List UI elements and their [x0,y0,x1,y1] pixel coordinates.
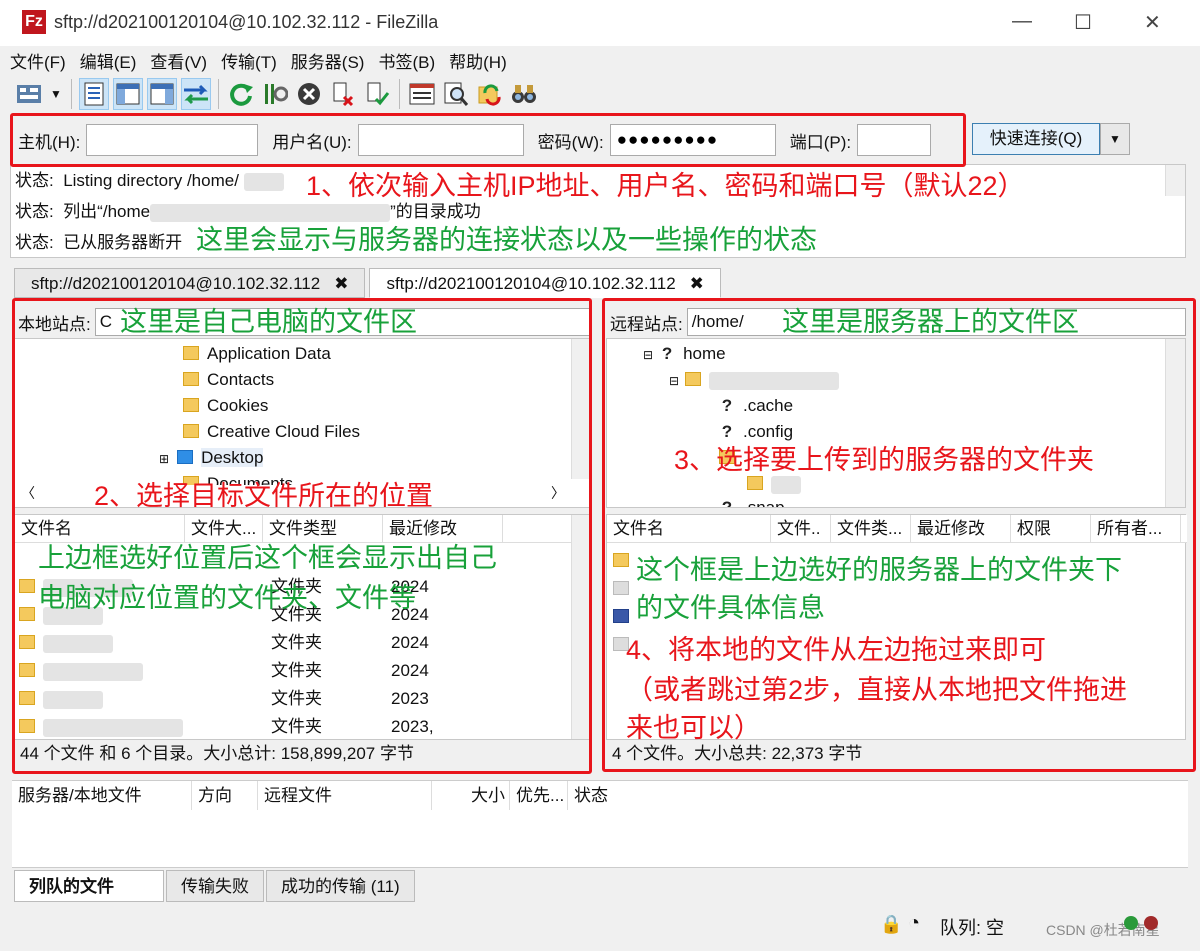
refresh-icon[interactable] [226,78,256,110]
toolbar: ▼ [14,76,539,112]
menu-edit[interactable]: 编辑(E) [80,48,137,74]
find-files-binoculars-icon[interactable] [509,78,539,110]
watermark: CSDN @杜若南星 [1046,922,1160,938]
queue-tabs: 列队的文件 传输失败 成功的传输 (11) [14,870,415,902]
annotation-remote-area: 这里是服务器上的文件区 [782,307,1079,337]
log-scrollbar[interactable] [1165,165,1185,196]
toolbar-separator [218,79,219,109]
toolbar-separator [71,79,72,109]
filezilla-logo-icon: Fz [22,10,46,34]
annotation-step2: 2、选择目标文件所在的位置 [94,481,434,511]
tab-successful-transfers[interactable]: 成功的传输 (11) [266,870,415,902]
annotation-step4-3: 来也可以） [626,713,761,743]
annotation-status: 这里会显示与服务器的连接状态以及一些操作的状态 [196,225,817,255]
quickconnect-button[interactable]: 快速连接(Q) [972,123,1100,155]
annotation-local-area: 这里是自己电脑的文件区 [120,307,417,337]
disconnect-icon[interactable] [328,78,358,110]
minimize-button[interactable]: — [1012,10,1032,33]
toolbar-separator [399,79,400,109]
annotation-step3: 3、选择要上传到的服务器的文件夹 [674,445,1095,475]
window-title: sftp://d202100120104@10.102.32.112 - Fil… [54,12,439,32]
toggle-log-icon[interactable] [79,78,109,110]
menu-bookmarks[interactable]: 书签(B) [378,48,435,74]
col-direction[interactable]: 方向 [192,781,258,810]
connection-tab-active[interactable]: sftp://d202100120104@10.102.32.112 ✖ [369,268,721,298]
connection-tab[interactable]: sftp://d202100120104@10.102.32.112 ✖ [14,268,366,298]
annotation-step4-1: 4、将本地的文件从左边拖过来即可 [626,635,1047,665]
menu-help[interactable]: 帮助(H) [449,48,507,74]
tab-queued-files[interactable]: 列队的文件 [14,870,164,902]
menu-server[interactable]: 服务器(S) [291,48,365,74]
menu-transfer[interactable]: 传输(T) [221,48,277,74]
reconnect-icon[interactable] [362,78,392,110]
transfer-queue-list[interactable] [12,810,1188,868]
activity-indicator-icon [1144,916,1158,930]
tab-close-icon[interactable]: ✖ [690,274,704,293]
directory-listing-filters-icon[interactable] [407,78,437,110]
close-button[interactable]: ✕ [1144,10,1161,35]
transfer-queue-header: 服务器/本地文件 方向 远程文件 大小 优先... 状态 [12,780,1188,810]
toggle-transfer-queue-icon[interactable] [181,78,211,110]
site-manager-dropdown-icon[interactable]: ▼ [48,78,64,110]
col-server-local-file[interactable]: 服务器/本地文件 [12,781,192,810]
site-manager-icon[interactable] [14,78,44,110]
annotation-local-list-2: 电脑对应位置的文件夹、文件等 [38,583,416,613]
lock-icon: 🔒 [880,914,903,934]
toggle-local-tree-icon[interactable] [113,78,143,110]
status-bar: 🔒 ◔ 队列: 空 CSDN @杜若南星 [0,906,1200,951]
tab-failed-transfers[interactable]: 传输失败 [166,870,264,902]
sync-browsing-icon[interactable] [475,78,505,110]
quickconnect-dropdown-icon[interactable]: ▼ [1100,123,1130,155]
annotation-box-quickconnect [10,113,966,167]
tab-close-icon[interactable]: ✖ [334,274,348,293]
annotation-box-local [12,298,592,774]
cancel-icon[interactable] [294,78,324,110]
col-remote-file[interactable]: 远程文件 [258,781,432,810]
toggle-remote-tree-icon[interactable] [147,78,177,110]
activity-indicator-icon [1124,916,1138,930]
menu-bar: 文件(F) 编辑(E) 查看(V) 传输(T) 服务器(S) 书签(B) 帮助(… [10,48,507,74]
search-icon[interactable] [441,78,471,110]
speed-limit-icon[interactable]: ◔ [908,912,920,935]
annotation-step4-2: （或者跳过第2步，直接从本地把文件拖进 [626,675,1128,705]
col-status[interactable]: 状态 [568,781,668,810]
connection-tabs: sftp://d202100120104@10.102.32.112 ✖ sftp… [14,268,721,298]
annotation-step1: 1、依次输入主机IP地址、用户名、密码和端口号（默认22） [306,171,1025,201]
col-priority[interactable]: 优先... [510,781,568,810]
annotation-remote-list-1: 这个框是上边选好的服务器上的文件夹下 [636,555,1122,585]
annotation-remote-list-2: 的文件具体信息 [636,593,825,623]
menu-view[interactable]: 查看(V) [150,48,207,74]
title-bar: Fz sftp://d202100120104@10.102.32.112 - … [0,0,1200,46]
col-size[interactable]: 大小 [432,781,510,810]
menu-file[interactable]: 文件(F) [10,48,66,74]
maximize-button[interactable]: ☐ [1074,10,1092,35]
process-queue-icon[interactable] [260,78,290,110]
queue-status: 队列: 空 [940,918,1005,938]
filezilla-window: Fz sftp://d202100120104@10.102.32.112 - … [0,0,1200,951]
annotation-local-list-1: 上边框选好位置后这个框会显示出自己 [38,543,497,573]
